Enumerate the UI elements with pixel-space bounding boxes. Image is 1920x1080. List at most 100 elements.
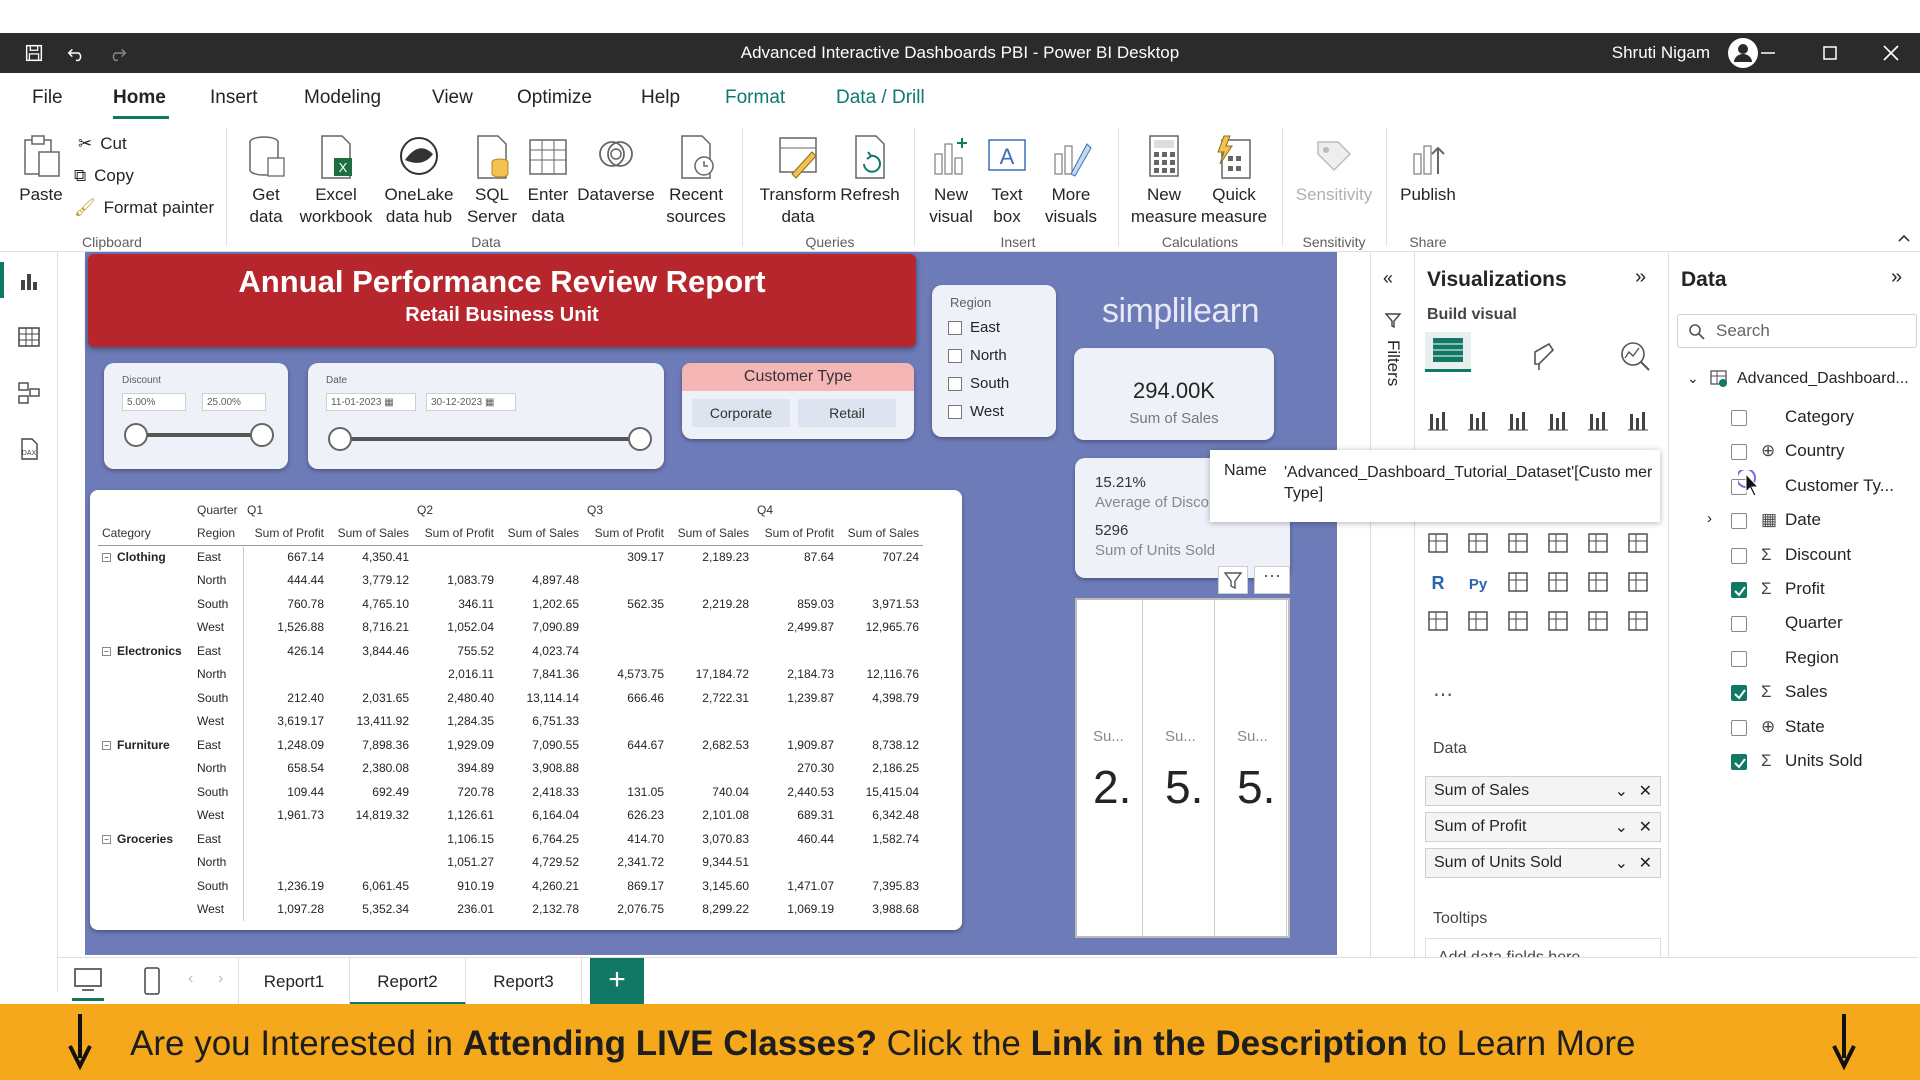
date-start-input[interactable]: 11-01-2023 ▦ xyxy=(326,393,416,411)
quarter-header-cell[interactable]: Q1 xyxy=(243,498,413,522)
python-visual-icon[interactable]: Py xyxy=(1465,569,1491,595)
measure-header-cell[interactable]: Sum of Sales xyxy=(328,522,413,546)
collapse-icon[interactable]: − xyxy=(102,553,111,563)
tab-report1[interactable]: Report1 xyxy=(238,958,350,1005)
metrics-icon[interactable] xyxy=(1585,608,1611,634)
mobile-layout-icon[interactable] xyxy=(140,966,164,996)
region-checkbox[interactable] xyxy=(948,404,962,419)
collapse-data-pane-icon[interactable]: » xyxy=(1891,266,1902,289)
table-row[interactable]: West 1,526.88 8,716.21 1,052.04 7,090.89 2,49… xyxy=(98,615,923,639)
customer-type-corporate[interactable]: Corporate xyxy=(692,399,790,427)
field-checkbox[interactable] xyxy=(1731,547,1747,564)
enter-data-button[interactable]: Enter data xyxy=(522,134,574,228)
banner-text[interactable]: Are you Interested in Attending LIVE Cla… xyxy=(130,1024,1636,1064)
matrix-visual-icon[interactable] xyxy=(1625,530,1651,556)
more-options-icon[interactable]: ⋯ xyxy=(1254,566,1290,594)
table-row[interactable]: South 1,236.19 6,061.45 910.19 4,260.21 869.1… xyxy=(98,874,923,898)
region-slicer[interactable]: Region East North South West xyxy=(932,285,1056,437)
visual-filter-button[interactable] xyxy=(1218,566,1248,594)
date-start-handle[interactable] xyxy=(328,427,352,451)
field-item[interactable]: Category xyxy=(1669,404,1919,434)
measure-header-cell[interactable]: Sum of Profit xyxy=(243,522,328,546)
measure-header-cell[interactable]: Sum of Profit xyxy=(753,522,838,546)
field-item[interactable]: Σ Profit xyxy=(1669,576,1919,606)
measure-header-cell[interactable]: Sum of Sales xyxy=(668,522,753,546)
menu-help[interactable]: Help xyxy=(641,87,680,109)
sensitivity-button[interactable]: Sensitivity xyxy=(1292,134,1376,206)
paginated-report-icon[interactable] xyxy=(1425,608,1451,634)
model-view-icon[interactable] xyxy=(16,380,42,406)
power-apps-icon[interactable] xyxy=(1505,608,1531,634)
narrative-icon[interactable] xyxy=(1625,569,1651,595)
kpi-icon[interactable] xyxy=(1505,530,1531,556)
quarter-header-cell[interactable]: Q4 xyxy=(753,498,923,522)
recent-sources-button[interactable]: Recent sources xyxy=(660,134,732,228)
multi-card-visual[interactable]: Su... 2. Su... 5. Su... 5. xyxy=(1075,598,1290,938)
new-measure-button[interactable]: New measure xyxy=(1128,134,1200,228)
measure-header-cell[interactable]: Sum of Profit xyxy=(583,522,668,546)
table-row[interactable]: North 1,051.27 4,729.52 2,341.72 9,344.51 xyxy=(98,850,923,874)
report-view-icon[interactable] xyxy=(16,268,42,294)
collapse-icon[interactable]: − xyxy=(102,835,111,845)
field-checkbox[interactable] xyxy=(1731,754,1747,770)
collapse-visualizations-icon[interactable]: » xyxy=(1635,266,1646,289)
table-row[interactable]: − Groceries East 1,106.15 6,764.25 414.70 3,07… xyxy=(98,827,923,851)
slicer-icon[interactable] xyxy=(1545,530,1571,556)
excel-workbook-button[interactable]: X Excel workbook xyxy=(296,134,376,228)
field-checkbox[interactable] xyxy=(1731,616,1747,633)
region-option-east[interactable]: East xyxy=(948,319,1000,336)
well-sum-of-profit[interactable]: Sum of Profit ⌄ ✕ xyxy=(1425,812,1661,842)
100-bar-chart-icon[interactable] xyxy=(1585,408,1611,434)
filters-pane-collapsed[interactable]: « Filters xyxy=(1370,252,1414,992)
remove-field-icon[interactable]: ✕ xyxy=(1639,781,1652,801)
menu-format[interactable]: Format xyxy=(725,87,785,109)
close-icon[interactable] xyxy=(1878,41,1904,65)
field-item[interactable]: Σ Discount xyxy=(1669,542,1919,572)
table-collapse-chevron-icon[interactable]: ⌄ xyxy=(1687,370,1699,387)
tab-report2[interactable]: Report2 xyxy=(350,958,466,1005)
region-option-north[interactable]: North xyxy=(948,347,1007,364)
region-option-west[interactable]: West xyxy=(948,403,1004,420)
tab-report3[interactable]: Report3 xyxy=(466,958,582,1005)
field-item[interactable]: Quarter xyxy=(1669,610,1919,640)
quick-measure-button[interactable]: Quick measure xyxy=(1200,134,1268,228)
region-checkbox[interactable] xyxy=(948,320,962,335)
measure-header-cell[interactable]: Sum of Sales xyxy=(498,522,583,546)
format-painter-button[interactable]: 🖌 Format painter xyxy=(74,198,214,218)
get-data-button[interactable]: Get data xyxy=(236,134,296,228)
dataverse-button[interactable]: Dataverse xyxy=(576,134,656,206)
well-sum-of-sales[interactable]: Sum of Sales ⌄ ✕ xyxy=(1425,776,1661,806)
region-checkbox[interactable] xyxy=(948,376,962,391)
report-header[interactable]: Annual Performance Review Report Retail … xyxy=(88,254,916,347)
table-row[interactable]: North 444.44 3,779.12 1,083.79 4,897.48 xyxy=(98,568,923,592)
chevron-down-icon[interactable]: ⌄ xyxy=(1615,817,1628,837)
stacked-column-chart-icon[interactable] xyxy=(1465,408,1491,434)
table-row[interactable]: North 658.54 2,380.08 394.89 3,908.88 270.30 2… xyxy=(98,756,923,780)
matrix-visual[interactable]: Quarter Q1 Q2 Q3 Q4 Category Region Sum of Prof… xyxy=(90,490,962,930)
field-checkbox[interactable] xyxy=(1731,513,1747,530)
multi-row-card-icon[interactable] xyxy=(1465,530,1491,556)
dax-query-view-icon[interactable]: DAX xyxy=(16,436,42,462)
collapse-ribbon-icon[interactable] xyxy=(1896,232,1912,244)
copy-button[interactable]: ⧉ Copy xyxy=(74,166,134,186)
date-slicer[interactable]: Date 11-01-2023 ▦ 30-12-2023 ▦ xyxy=(308,363,664,469)
customer-type-retail[interactable]: Retail xyxy=(798,399,896,427)
scroll-right-icon[interactable]: › xyxy=(218,970,223,988)
data-search-box[interactable]: Search xyxy=(1677,314,1917,348)
user-name[interactable]: Shruti Nigam xyxy=(1612,43,1710,63)
table-row[interactable]: North 2,016.11 7,841.36 4,573.75 17,184.72 2,… xyxy=(98,662,923,686)
sales-kpi-card[interactable]: 294.00K Sum of Sales xyxy=(1074,348,1274,440)
chevron-down-icon[interactable]: ⌄ xyxy=(1615,781,1628,801)
qa-icon[interactable] xyxy=(1585,569,1611,595)
table-row[interactable]: West 1,961.73 14,819.32 1,126.61 6,164.04 626… xyxy=(98,803,923,827)
collapse-icon[interactable]: − xyxy=(102,647,111,657)
table-row[interactable]: South 212.40 2,031.65 2,480.40 13,114.14 666.… xyxy=(98,686,923,710)
quarter-header-cell[interactable]: Q3 xyxy=(583,498,753,522)
field-checkbox[interactable] xyxy=(1731,685,1747,702)
expand-filters-icon[interactable]: « xyxy=(1383,268,1393,289)
chevron-down-icon[interactable]: ⌄ xyxy=(1615,853,1628,873)
publish-button[interactable]: Publish xyxy=(1396,134,1460,206)
region-checkbox[interactable] xyxy=(948,348,962,363)
field-checkbox[interactable] xyxy=(1731,582,1747,598)
field-checkbox[interactable] xyxy=(1731,444,1747,461)
